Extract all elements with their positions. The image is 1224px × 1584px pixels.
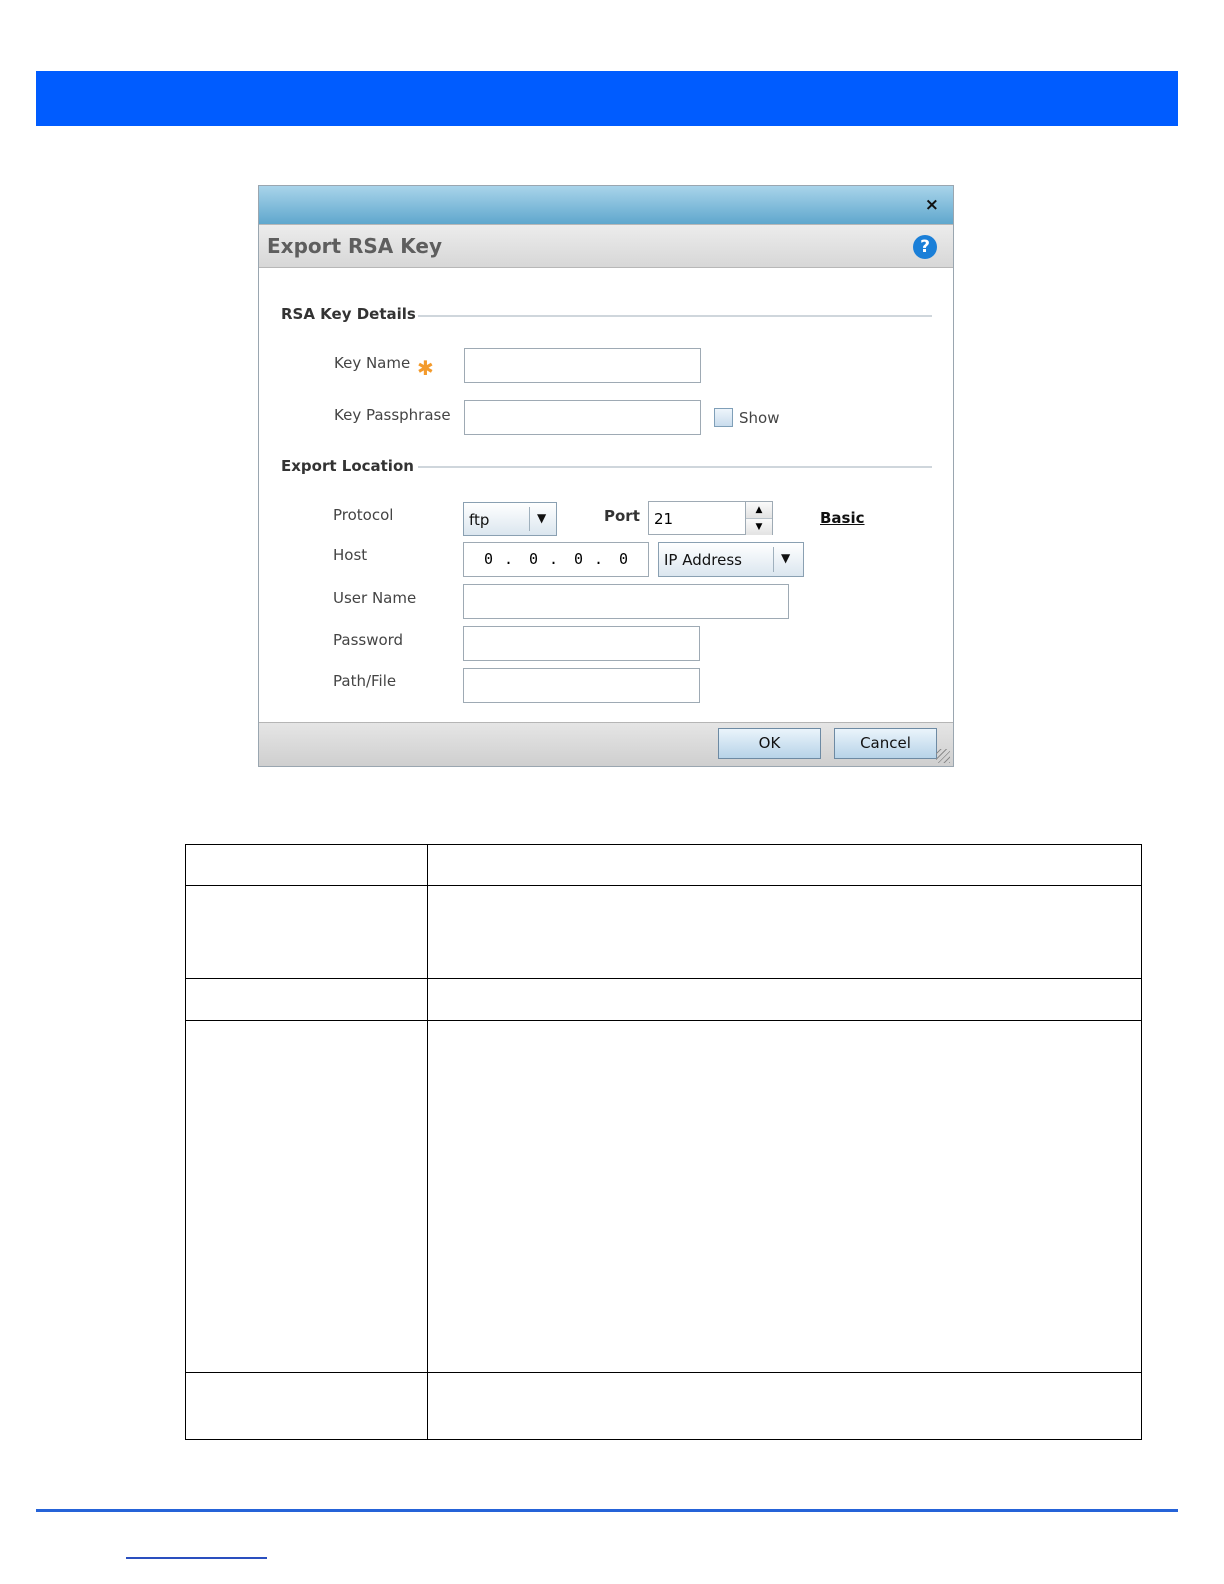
- host-type-selected-value: IP Address: [664, 551, 742, 569]
- export-rsa-key-dialog: × Export RSA Key ? RSA Key Details Key N…: [258, 185, 954, 767]
- protocol-selected-value: ftp: [469, 511, 490, 529]
- page-banner: [36, 71, 1178, 126]
- parameter-table: [185, 844, 1142, 1440]
- port-stepper[interactable]: 21 ▲ ▼: [648, 501, 773, 535]
- ip-octet: 0: [574, 550, 584, 568]
- spin-up-icon[interactable]: ▲: [746, 502, 772, 518]
- help-icon[interactable]: ?: [913, 235, 937, 259]
- section-divider: [418, 315, 932, 317]
- port-label: Port: [604, 507, 640, 525]
- footer-link-underline[interactable]: [126, 1557, 267, 1559]
- basic-link[interactable]: Basic: [820, 509, 865, 527]
- host-label: Host: [333, 546, 368, 564]
- port-value: 21: [654, 510, 674, 528]
- protocol-label: Protocol: [333, 506, 394, 524]
- ip-octet: 0: [619, 550, 629, 568]
- user-name-field[interactable]: [463, 584, 789, 619]
- dialog-titlebar: ×: [259, 186, 953, 224]
- password-label: Password: [333, 631, 404, 649]
- show-passphrase-label: Show: [739, 409, 780, 427]
- required-star-icon: ✱: [417, 356, 434, 380]
- table-row: [186, 885, 1141, 886]
- user-name-label: User Name: [333, 589, 417, 607]
- table-column-divider: [427, 845, 428, 1439]
- dialog-title: Export RSA Key: [267, 234, 442, 258]
- chevron-down-icon: ▼: [781, 551, 791, 565]
- protocol-select[interactable]: ftp ▼: [463, 502, 557, 536]
- host-ip-field[interactable]: 0 . 0 . 0 . 0: [463, 542, 649, 577]
- path-file-label: Path/File: [333, 672, 397, 690]
- section-export-location: Export Location: [281, 457, 414, 475]
- ip-octet: 0: [529, 550, 539, 568]
- ip-octet: 0: [484, 550, 494, 568]
- table-row: [186, 1372, 1141, 1373]
- resize-grip-icon[interactable]: [936, 749, 950, 763]
- chevron-down-icon: ▼: [537, 511, 547, 525]
- footer-rule: [36, 1509, 1178, 1512]
- key-name-field[interactable]: [464, 348, 701, 383]
- table-row: [186, 1020, 1141, 1021]
- table-row: [186, 978, 1141, 979]
- close-icon[interactable]: ×: [925, 196, 939, 214]
- key-passphrase-field[interactable]: [464, 400, 701, 435]
- cancel-button[interactable]: Cancel: [834, 728, 937, 759]
- ok-button[interactable]: OK: [718, 728, 821, 759]
- host-type-select[interactable]: IP Address ▼: [658, 542, 804, 577]
- section-rsa-key-details: RSA Key Details: [281, 305, 416, 323]
- dialog-header: Export RSA Key ?: [259, 224, 953, 268]
- key-name-label: Key Name: [334, 354, 411, 372]
- password-field[interactable]: [463, 626, 700, 661]
- show-passphrase-checkbox[interactable]: [714, 408, 733, 427]
- dialog-footer: OK Cancel: [259, 722, 953, 766]
- path-file-field[interactable]: [463, 668, 700, 703]
- section-divider: [418, 466, 932, 468]
- key-passphrase-label: Key Passphrase: [334, 406, 451, 424]
- spin-down-icon[interactable]: ▼: [746, 518, 772, 535]
